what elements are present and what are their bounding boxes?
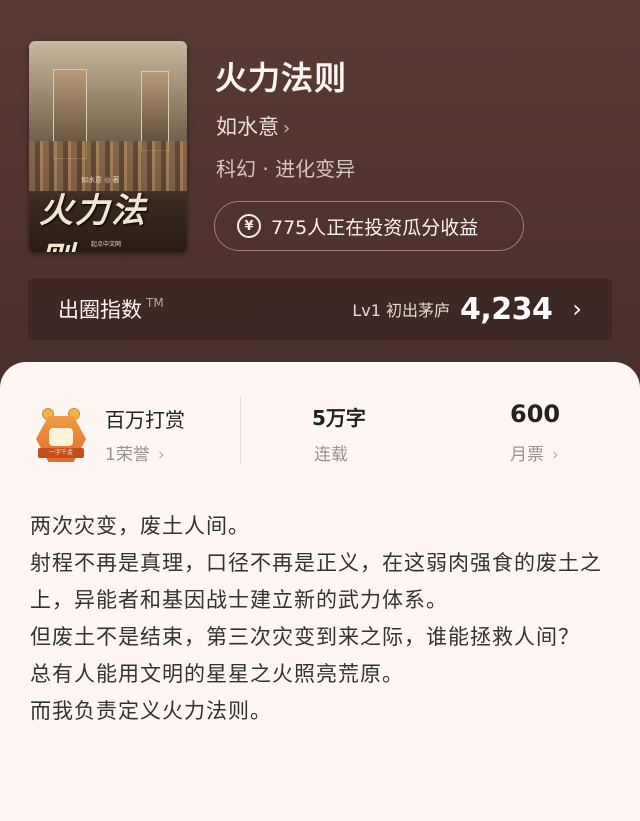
word-count: 5万字 [312,406,366,430]
author-link[interactable]: 如水意 › [216,111,290,141]
monthly-ticket-label: 月票 [510,445,544,465]
chevron-right-icon: › [552,445,559,465]
description-line: 总有人能用文明的星星之火照亮荒原。 [30,662,404,686]
popularity-index-bar[interactable]: 出圈指数 TM Lv1 初出茅庐 4,234 › [28,278,612,340]
author-name: 如水意 [216,115,279,139]
description-line: 射程不再是真理，口径不再是正义，在这弱肉强食的废土之上，异能者和基因战士建立新的… [30,551,602,612]
description-line: 但废土不是结束，第三次灾变到来之际，谁能拯救人间？ [30,625,580,649]
chevron-right-icon: › [572,295,582,323]
yen-coin-icon: ¥ [237,214,261,238]
serial-status: 连载 [314,445,348,465]
invest-text: 775人正在投资瓜分收益 [271,216,479,239]
chevron-right-icon: › [157,445,165,465]
honor-link[interactable]: 1荣誉 › [105,440,165,465]
index-level: Lv1 初出茅庐 [352,301,450,320]
monthly-ticket-link[interactable]: 月票 › [510,440,559,465]
index-label: 出圈指数 [58,298,142,322]
cover-publisher: 起点中文网 [91,241,122,248]
badge-ribbon: 一字千金 [38,448,84,458]
chevron-right-icon: › [283,118,291,139]
book-header: 如水意 ◎ 著 火力法则 起点中文网 火力法则 如水意› 科幻 · 进化变异 ¥… [0,0,640,362]
book-description: 两次灾变，废土人间。 射程不再是真理，口径不再是正义，在这弱肉强食的废土之上，异… [30,508,610,730]
reward-badge-icon: 一字千金 [32,408,90,466]
cover-tower-right [141,71,169,151]
description-line: 而我负责定义火力法则。 [30,699,272,723]
description-line: 两次灾变，废土人间。 [30,514,250,538]
monthly-ticket-count: 600 [510,400,561,428]
stats-row: 一字千金 百万打赏 1荣誉 › 5万字 连载 600 月票 › [0,362,640,472]
book-title: 火力法则 [215,59,348,97]
divider [240,396,241,464]
reward-title: 百万打赏 [105,408,185,432]
invest-button[interactable]: ¥ 775人正在投资瓜分收益 [214,201,524,251]
trademark-mark: TM [146,296,164,310]
honor-count: 1荣誉 [105,445,150,465]
book-genre: 科幻 · 进化变异 [216,157,356,181]
index-value: 4,234 [459,291,553,327]
book-detail-sheet: 一字千金 百万打赏 1荣誉 › 5万字 连载 600 月票 › 两次灾变，废土人间。… [0,362,640,821]
book-cover[interactable]: 如水意 ◎ 著 火力法则 起点中文网 [29,41,187,252]
